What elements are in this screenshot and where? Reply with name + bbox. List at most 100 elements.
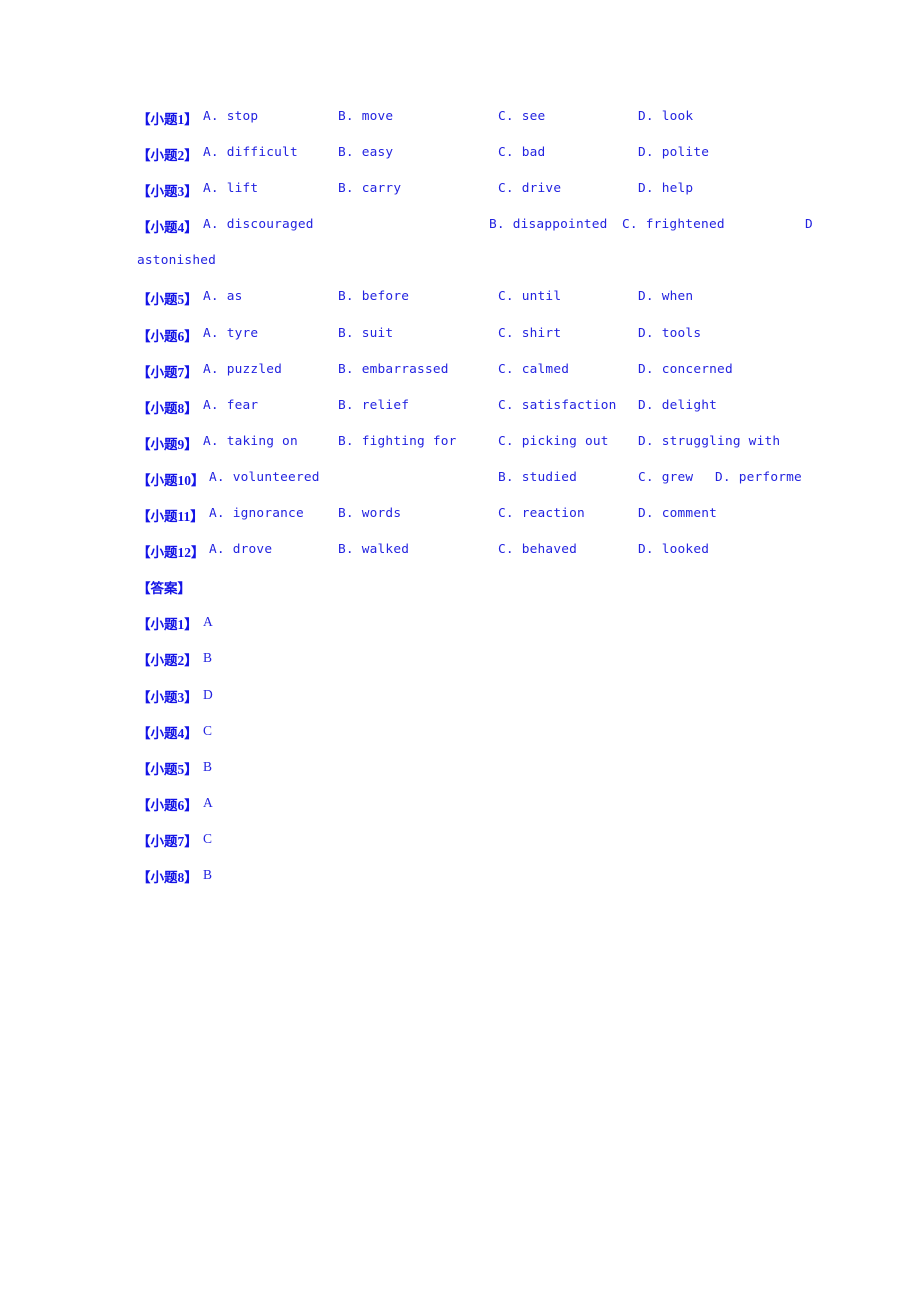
option-d: D. performe <box>715 469 802 485</box>
question-label: 【小题12】 <box>137 545 205 562</box>
option-a: A. difficult <box>203 145 298 161</box>
option-d: D. looked <box>638 542 710 558</box>
option-c: C. until <box>498 289 562 305</box>
option-c: C. satisfaction <box>498 397 617 413</box>
question-label: 【小题1】 <box>137 112 198 128</box>
option-d: D. tools <box>638 325 702 341</box>
option-a: A. taking on <box>203 433 298 449</box>
option-c: C. grew <box>638 469 694 485</box>
question-label: 【小题4】 <box>137 220 198 237</box>
option-a: A. drove <box>209 542 273 558</box>
option-c: C. frightened <box>622 217 725 233</box>
option-c: C. calmed <box>498 361 570 377</box>
question-row: 【小题6】 A. tyre B. suit C. shirt D. tools <box>137 325 837 361</box>
question-row: 【小题5】 A. as B. before C. until D. when <box>137 288 837 324</box>
option-c: C. picking out <box>498 433 609 449</box>
option-b: B. easy <box>338 145 394 161</box>
question-row: 【小题7】 A. puzzled B. embarrassed C. calme… <box>137 361 837 397</box>
question-label: 【小题3】 <box>137 184 198 201</box>
option-c: C. reaction <box>498 506 585 522</box>
answers-header-label: 【答案】 <box>137 581 191 598</box>
question-row: 【小题11】 A. ignorance B. words C. reaction… <box>137 505 837 541</box>
question-label: 【小题2】 <box>137 148 198 165</box>
option-b: B. move <box>338 109 394 124</box>
answer-row: 【小题5】 B <box>137 758 837 794</box>
question-row: 【小题10】 A. volunteered B. studied C. grew… <box>137 469 837 505</box>
question-label: 【小题7】 <box>137 364 198 381</box>
question-label: 【小题11】 <box>137 509 204 526</box>
question-row: 【小题9】 A. taking on B. fighting for C. pi… <box>137 433 837 469</box>
answer-label: 【小题8】 <box>137 869 198 886</box>
question-label: 【小题10】 <box>137 472 205 489</box>
option-b: B. relief <box>338 397 410 413</box>
option-b: B. studied <box>498 469 578 485</box>
answer-row: 【小题1】 A <box>137 613 837 649</box>
option-b: B. words <box>338 506 402 522</box>
option-b: B. walked <box>338 542 410 558</box>
option-d: D. help <box>638 181 694 197</box>
option-d: D. when <box>638 289 694 305</box>
question-row: 【小题8】 A. fear B. relief C. satisfaction … <box>137 397 837 433</box>
question-row: 【小题1】 A. stop B. move C. see D. look <box>137 108 837 144</box>
option-c: C. shirt <box>498 325 562 341</box>
question-wrapped-line: astonished <box>137 252 837 288</box>
option-c: C. behaved <box>498 542 578 558</box>
answer-label: 【小题5】 <box>137 761 198 778</box>
option-d: D. polite <box>638 145 710 161</box>
answer-value: A <box>203 614 213 630</box>
option-a: A. lift <box>203 181 259 197</box>
option-b: B. disappointed <box>489 217 608 233</box>
option-b: B. carry <box>338 181 402 197</box>
option-a: A. fear <box>203 397 259 413</box>
option-c: C. bad <box>498 145 546 161</box>
answer-label: 【小题2】 <box>137 653 198 670</box>
option-a: A. discouraged <box>203 217 314 233</box>
question-label: 【小题6】 <box>137 328 198 345</box>
option-a: A. tyre <box>203 325 259 341</box>
question-label: 【小题5】 <box>137 292 198 309</box>
option-a: A. as <box>203 289 243 305</box>
answer-value: C <box>203 722 213 738</box>
answer-label: 【小题6】 <box>137 797 198 814</box>
option-b: B. embarrassed <box>338 361 449 377</box>
answer-label: 【小题4】 <box>137 725 198 742</box>
answer-row: 【小题3】 D <box>137 686 837 722</box>
option-c: C. drive <box>498 181 562 197</box>
option-b: B. suit <box>338 325 394 341</box>
question-row: 【小题3】 A. lift B. carry C. drive D. help <box>137 180 837 216</box>
option-d: D. concerned <box>638 361 733 377</box>
option-a: A. volunteered <box>209 469 320 485</box>
option-b: B. fighting for <box>338 433 457 449</box>
answer-row: 【小题4】 C <box>137 722 837 758</box>
option-d: D <box>805 217 813 233</box>
answer-row: 【小题8】 B <box>137 866 837 902</box>
option-d: D. comment <box>638 506 718 522</box>
option-a: A. stop <box>203 109 259 124</box>
answer-label: 【小题7】 <box>137 833 198 850</box>
question-label: 【小题8】 <box>137 400 198 417</box>
question-row: 【小题2】 A. difficult B. easy C. bad D. pol… <box>137 144 837 180</box>
option-a: A. ignorance <box>209 506 304 522</box>
option-d: D. look <box>638 109 694 124</box>
question-row: 【小题12】 A. drove B. walked C. behaved D. … <box>137 541 837 577</box>
answer-label: 【小题3】 <box>137 689 198 706</box>
answer-value: B <box>203 866 213 882</box>
question-row: 【小题4】 A. discouraged B. disappointed C. … <box>137 216 837 252</box>
question-label: 【小题9】 <box>137 436 198 453</box>
option-d: D. delight <box>638 397 718 413</box>
answer-label: 【小题1】 <box>137 617 198 634</box>
option-a: A. puzzled <box>203 361 283 377</box>
answer-value: A <box>203 794 213 810</box>
option-b: B. before <box>338 289 410 305</box>
answer-value: C <box>203 830 213 846</box>
option-c: C. see <box>498 109 546 124</box>
answer-value: B <box>203 650 213 666</box>
document-page: 【小题1】 A. stop B. move C. see D. look 【小题… <box>0 0 920 1302</box>
answers-header: 【答案】 <box>137 577 837 613</box>
document-content: 【小题1】 A. stop B. move C. see D. look 【小题… <box>137 108 837 902</box>
answer-value: B <box>203 758 213 774</box>
option-d-continuation: astonished <box>137 253 217 269</box>
answer-row: 【小题2】 B <box>137 649 837 685</box>
answer-row: 【小题6】 A <box>137 794 837 830</box>
answer-row: 【小题7】 C <box>137 830 837 866</box>
